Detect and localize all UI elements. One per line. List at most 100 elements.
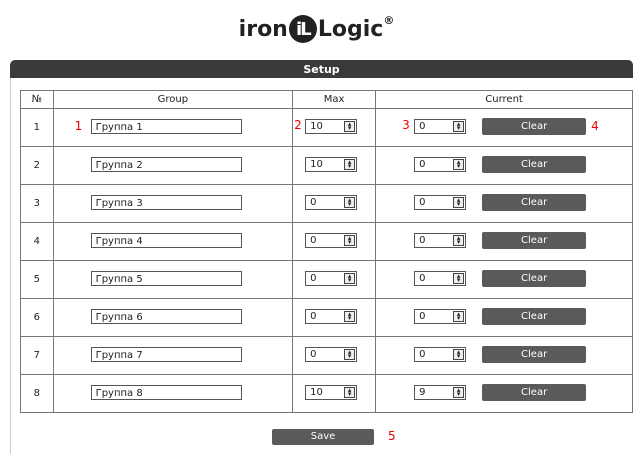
logo-text-left: iron [238, 16, 288, 42]
spin-updown-icon[interactable]: ▴ ▾ [453, 349, 465, 360]
current-stepper[interactable]: 0 ▴ ▾ [414, 119, 467, 134]
row-number: 2 [20, 146, 54, 185]
annotation-marker-1: 1 [74, 119, 83, 133]
current-cell: 0 ▴ ▾ Clear [375, 222, 633, 261]
current-stepper[interactable]: 0 ▴ ▾ [414, 347, 467, 362]
groups-table: № Group Max Current 1 1 Группа 1 2 1 0 ▴ ▾ … [20, 90, 633, 413]
group-name-input[interactable]: Группа 2 [90, 157, 242, 172]
clear-button[interactable]: Clear [482, 156, 587, 173]
column-header-max: Max [292, 90, 377, 109]
current-cell: 0 ▴ ▾ Clear [375, 184, 633, 223]
group-cell: 1 Группа 1 [52, 108, 294, 147]
spin-updown-icon[interactable]: ▴ ▾ [344, 197, 356, 208]
group-name-input[interactable]: Группа 3 [90, 195, 242, 210]
max-stepper[interactable]: 0 ▴ ▾ [305, 271, 358, 286]
group-name-input[interactable]: Группа 1 [90, 119, 242, 134]
spin-updown-icon[interactable]: ▴ ▾ [453, 197, 465, 208]
max-cell: 2 10 ▴ ▾ [292, 108, 377, 147]
spin-updown-icon[interactable]: ▴ ▾ [344, 121, 356, 132]
spin-updown-icon[interactable]: ▴ ▾ [453, 159, 465, 170]
current-cell: 0 ▴ ▾ Clear [375, 260, 633, 299]
max-cell: 0 ▴ ▾ [292, 298, 377, 337]
table-row: 8 Группа 8 10 ▴ ▾ 9 ▴ ▾ Clear [20, 374, 633, 413]
row-number: 6 [20, 298, 54, 337]
current-stepper[interactable]: 0 ▴ ▾ [414, 309, 467, 324]
spin-updown-icon[interactable]: ▴ ▾ [453, 235, 465, 246]
group-name-input[interactable]: Группа 8 [90, 385, 242, 400]
annotation-marker-2: 2 [294, 118, 302, 132]
table-row: 4 Группа 4 0 ▴ ▾ 0 ▴ ▾ Clear [20, 222, 633, 261]
row-number: 4 [20, 222, 54, 261]
column-header-num: № [20, 90, 54, 109]
max-cell: 10 ▴ ▾ [292, 374, 377, 413]
spin-updown-icon[interactable]: ▴ ▾ [453, 311, 465, 322]
clear-button[interactable]: Clear [482, 270, 587, 287]
row-number: 8 [20, 374, 54, 413]
current-stepper[interactable]: 0 ▴ ▾ [414, 157, 467, 172]
current-value: 0 [419, 349, 426, 360]
spin-updown-icon[interactable]: ▴ ▾ [344, 311, 356, 322]
logo-registered-mark: ® [383, 14, 395, 27]
max-stepper[interactable]: 0 ▴ ▾ [305, 309, 358, 324]
column-header-group: Group [52, 90, 294, 109]
current-value: 0 [419, 273, 426, 284]
spin-updown-icon[interactable]: ▴ ▾ [453, 121, 465, 132]
max-stepper[interactable]: 0 ▴ ▾ [305, 195, 358, 210]
clear-button[interactable]: Clear [482, 194, 587, 211]
current-stepper[interactable]: 0 ▴ ▾ [414, 195, 467, 210]
current-stepper[interactable]: 0 ▴ ▾ [414, 271, 467, 286]
save-button[interactable]: Save [272, 429, 374, 445]
group-cell: Группа 8 [52, 374, 294, 413]
group-name-input[interactable]: Группа 7 [90, 347, 242, 362]
row-number: 7 [20, 336, 54, 375]
spin-updown-icon[interactable]: ▴ ▾ [344, 159, 356, 170]
max-cell: 0 ▴ ▾ [292, 260, 377, 299]
max-cell: 0 ▴ ▾ [292, 222, 377, 261]
max-cell: 0 ▴ ▾ [292, 184, 377, 223]
spin-updown-icon[interactable]: ▴ ▾ [453, 273, 465, 284]
group-name-input[interactable]: Группа 4 [90, 233, 242, 248]
current-value: 0 [419, 235, 426, 246]
current-value: 0 [419, 197, 426, 208]
spin-updown-icon[interactable]: ▴ ▾ [344, 235, 356, 246]
spin-updown-icon[interactable]: ▴ ▾ [344, 349, 356, 360]
group-cell: Группа 6 [52, 298, 294, 337]
group-name-input[interactable]: Группа 5 [90, 271, 242, 286]
row-number: 3 [20, 184, 54, 223]
row-number: 5 [20, 260, 54, 299]
max-stepper[interactable]: 10 ▴ ▾ [305, 119, 358, 134]
current-cell: 9 ▴ ▾ Clear [375, 374, 633, 413]
row-number: 1 [20, 108, 54, 147]
group-cell: Группа 2 [52, 146, 294, 185]
group-name-input[interactable]: Группа 6 [90, 309, 242, 324]
max-value: 0 [310, 197, 317, 208]
max-stepper[interactable]: 0 ▴ ▾ [305, 347, 358, 362]
current-stepper[interactable]: 0 ▴ ▾ [414, 233, 467, 248]
table-row: 7 Группа 7 0 ▴ ▾ 0 ▴ ▾ Clear [20, 336, 633, 375]
current-value: 0 [419, 311, 426, 322]
group-cell: Группа 3 [52, 184, 294, 223]
group-cell: Группа 4 [52, 222, 294, 261]
group-cell: Группа 7 [52, 336, 294, 375]
table-row: 3 Группа 3 0 ▴ ▾ 0 ▴ ▾ Clear [20, 184, 633, 223]
logo-badge: iL [288, 15, 317, 43]
max-stepper[interactable]: 0 ▴ ▾ [305, 233, 358, 248]
max-stepper[interactable]: 10 ▴ ▾ [305, 385, 358, 400]
current-cell: 0 ▴ ▾ Clear [375, 298, 633, 337]
spin-updown-icon[interactable]: ▴ ▾ [453, 387, 465, 398]
spin-updown-icon[interactable]: ▴ ▾ [344, 387, 356, 398]
max-value: 10 [310, 159, 323, 170]
table-row: 1 1 Группа 1 2 10 ▴ ▾ 3 0 ▴ ▾ Clear 4 [20, 108, 633, 147]
current-stepper[interactable]: 9 ▴ ▾ [414, 385, 467, 400]
clear-button[interactable]: Clear [482, 118, 587, 135]
setup-title: Setup [303, 62, 340, 76]
max-value: 0 [310, 235, 317, 246]
clear-button[interactable]: Clear [482, 346, 587, 363]
max-value: 0 [310, 273, 317, 284]
spin-updown-icon[interactable]: ▴ ▾ [344, 273, 356, 284]
current-cell: 0 ▴ ▾ Clear [375, 146, 633, 185]
clear-button[interactable]: Clear [482, 384, 587, 401]
clear-button[interactable]: Clear [482, 232, 587, 249]
max-stepper[interactable]: 10 ▴ ▾ [305, 157, 358, 172]
clear-button[interactable]: Clear [482, 308, 587, 325]
